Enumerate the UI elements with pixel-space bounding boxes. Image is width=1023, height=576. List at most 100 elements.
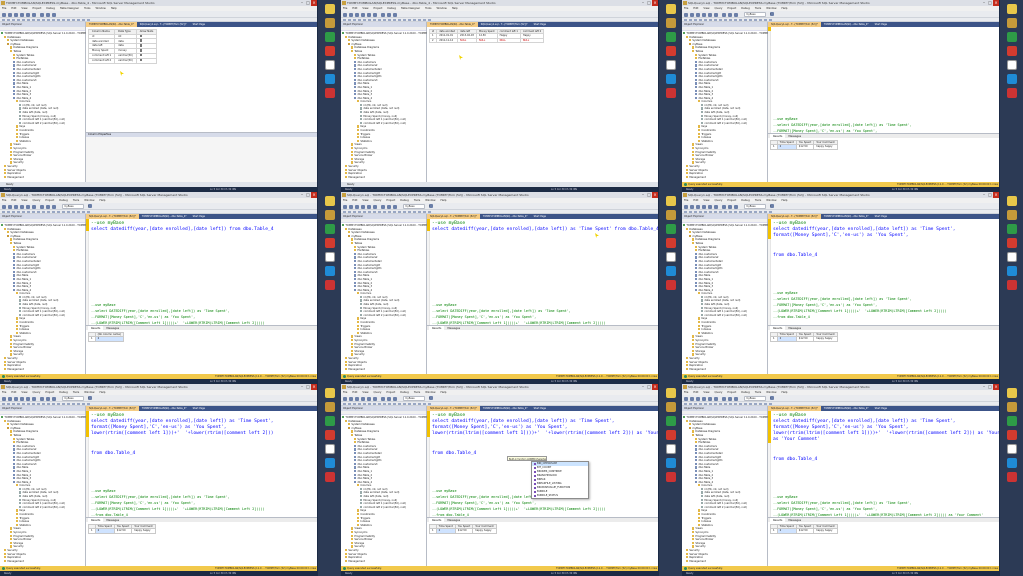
toolbar-button-icon[interactable] [343, 12, 347, 17]
toolbar-button-icon[interactable] [381, 12, 385, 17]
toolbar-button-icon[interactable] [26, 204, 30, 209]
toolbar-button-icon[interactable] [82, 18, 85, 22]
ssms-icon[interactable] [666, 18, 676, 28]
toolbar-button-icon[interactable] [699, 18, 702, 22]
file-explorer-icon[interactable] [666, 4, 676, 14]
commented-code-line[interactable]: --use myBase [773, 291, 798, 295]
result-cell[interactable]: 2 [776, 528, 797, 534]
toolbar-button-icon[interactable] [349, 396, 353, 401]
toolbar-button-icon[interactable] [724, 18, 727, 22]
toolbar-button-icon[interactable] [361, 12, 365, 17]
code-line[interactable]: format([Money Spent],'C','en-us') as 'Yo… [773, 233, 909, 239]
tree-node[interactable]: Management [341, 559, 426, 564]
toolbar-button-icon[interactable] [67, 210, 70, 214]
toolbar-button-icon[interactable] [40, 204, 44, 209]
opera-icon[interactable] [325, 430, 335, 440]
table-cell[interactable]: NULL [475, 37, 498, 44]
result-cell[interactable]: happy happy [131, 528, 156, 534]
toolbar-button-icon[interactable] [22, 210, 25, 214]
toolbar-button-icon[interactable] [381, 204, 385, 209]
toolbar-button-icon[interactable] [749, 210, 752, 214]
table-cell[interactable]: 2013-02-03 [457, 33, 477, 39]
table-cell[interactable]: NULL [457, 37, 477, 44]
tab-results[interactable]: Results [770, 134, 786, 138]
commented-code-line[interactable]: --select DATEDIFF(year,[date enrolled],[… [91, 309, 230, 313]
toolbar-button-icon[interactable] [729, 18, 732, 22]
toolbar-button-icon[interactable] [2, 210, 5, 214]
toolbar-button-icon[interactable] [769, 210, 772, 214]
toolbar-button-icon[interactable] [12, 210, 15, 214]
opera-icon[interactable] [1007, 46, 1017, 56]
toolbar-button-icon[interactable] [373, 402, 376, 406]
result-cell[interactable]: $12.50 [454, 528, 474, 534]
toolbar-button-icon[interactable] [67, 402, 70, 406]
toolbar-button-icon[interactable] [714, 210, 717, 214]
toolbar-button-icon[interactable] [46, 12, 50, 17]
toolbar-button-icon[interactable] [52, 210, 55, 214]
column-row[interactable]: comment left 2 varchar(50) [87, 57, 158, 64]
recorder-icon[interactable] [666, 472, 676, 482]
tree-node[interactable]: Management [0, 559, 85, 564]
toolbar-button-icon[interactable] [378, 402, 381, 406]
toolbar-button-icon[interactable] [12, 18, 15, 22]
toolbar-button-icon[interactable] [77, 18, 80, 22]
toolbar-button-icon[interactable] [764, 210, 767, 214]
toolbar-button-icon[interactable] [348, 18, 351, 22]
toolbar-button-icon[interactable] [12, 402, 15, 406]
toolbar-button-icon[interactable] [348, 210, 351, 214]
toolbar-button-icon[interactable] [709, 210, 712, 214]
table-cell[interactable]: NULL [519, 37, 545, 44]
tab-messages[interactable]: Messages [103, 326, 122, 330]
toolbar-button-icon[interactable] [729, 402, 732, 406]
database-selector[interactable]: myBase [403, 204, 425, 209]
toolbar-button-icon[interactable] [87, 210, 90, 214]
toolbar-button-icon[interactable] [373, 210, 376, 214]
toolbar-button-icon[interactable] [684, 12, 688, 17]
result-cell[interactable]: 2 [435, 528, 456, 534]
toolbar-button-icon[interactable] [388, 402, 391, 406]
toolbar-button-icon[interactable] [2, 396, 6, 401]
toolbar-button-icon[interactable] [764, 402, 767, 406]
tab-messages[interactable]: Messages [785, 518, 804, 522]
toolbar-button-icon[interactable] [42, 210, 45, 214]
toolbar-button-icon[interactable] [739, 210, 742, 214]
media-icon[interactable] [1007, 60, 1017, 70]
toolbar-button-icon[interactable] [363, 402, 366, 406]
result-row[interactable]: 1 2 $12.50 happy happy [429, 528, 497, 534]
toolbar-button-icon[interactable] [759, 402, 762, 406]
database-selector[interactable]: myBase [62, 204, 84, 209]
toolbar-button-icon[interactable] [744, 18, 747, 22]
toolbar-button-icon[interactable] [408, 18, 411, 22]
tree-node[interactable]: Management [682, 367, 767, 372]
toolbar-button-icon[interactable] [398, 210, 401, 214]
toolbar-button-icon[interactable] [14, 12, 18, 17]
toolbar-button-icon[interactable] [423, 402, 426, 406]
ssms-icon[interactable] [325, 402, 335, 412]
ssms-icon[interactable] [325, 210, 335, 220]
toolbar-button-icon[interactable] [343, 210, 346, 214]
toolbar-button-icon[interactable] [694, 210, 697, 214]
opera-icon[interactable] [666, 46, 676, 56]
commented-code-line[interactable]: --use myBase [432, 489, 457, 493]
toolbar-button-icon[interactable] [387, 204, 391, 209]
toolbar-button-icon[interactable] [378, 18, 381, 22]
commented-code-line[interactable]: --FORMAT([Money Spent],'C','en-us') as '… [432, 501, 536, 505]
opera-icon[interactable] [1007, 430, 1017, 440]
toolbar-button-icon[interactable] [373, 12, 377, 17]
toolbar-button-icon[interactable] [47, 18, 50, 22]
result-cell[interactable]: $12.50 [795, 144, 815, 150]
table-cell[interactable]: 2011-11-14 [436, 37, 459, 44]
ie-icon[interactable] [1007, 458, 1017, 468]
ie-icon[interactable] [666, 458, 676, 468]
chrome-icon[interactable] [1007, 224, 1017, 234]
recorder-icon[interactable] [666, 88, 676, 98]
tree-node[interactable]: Management [341, 367, 426, 372]
execute-button[interactable]: ! Execute [88, 396, 98, 405]
tab-messages[interactable]: Messages [444, 326, 463, 330]
query-editor[interactable]: --use myBase select datediff(year,[date e… [86, 411, 317, 517]
ie-icon[interactable] [325, 74, 335, 84]
code-line[interactable]: from dbo.Table_4 [432, 451, 476, 457]
ie-icon[interactable] [666, 266, 676, 276]
toolbar-button-icon[interactable] [383, 210, 386, 214]
toolbar-button-icon[interactable] [754, 402, 757, 406]
